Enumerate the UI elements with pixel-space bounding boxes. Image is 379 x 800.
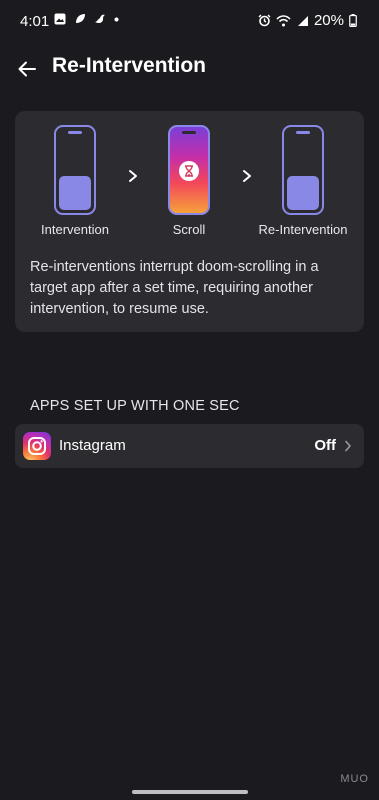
battery-icon: [349, 14, 357, 27]
alarm-icon: [258, 14, 271, 27]
back-button[interactable]: [12, 54, 42, 84]
section-header: APPS SET UP WITH ONE SEC: [30, 398, 240, 414]
battery-level: 20%: [313, 12, 344, 29]
step-label-intervention: Intervention: [41, 222, 109, 237]
app-status: Off: [314, 437, 336, 454]
watermark: MUO: [340, 773, 369, 785]
navigation-handle[interactable]: [132, 790, 248, 794]
status-left-icons: [54, 13, 119, 25]
signal-icon: [297, 15, 308, 26]
arrow-left-icon: [18, 61, 36, 77]
intervention-phone-illustration: [54, 125, 96, 215]
app-name: Instagram: [59, 437, 126, 454]
step-label-scroll: Scroll: [172, 222, 206, 237]
status-right: 20%: [258, 12, 357, 29]
app-row-instagram[interactable]: Instagram Off: [15, 424, 364, 468]
leaf-icon: [76, 14, 85, 23]
hourglass-icon: [179, 161, 199, 181]
info-card: Intervention Scroll Re-Intervention Re-i…: [15, 111, 364, 332]
chevron-right-icon: [345, 440, 351, 452]
bird-icon: [95, 14, 105, 24]
status-bar: 4:01 20%: [0, 0, 379, 44]
chevron-right-icon: [243, 170, 251, 182]
scroll-phone-illustration: [168, 125, 210, 215]
card-description: Re-interventions interrupt doom-scrollin…: [30, 259, 319, 317]
dot-icon: [114, 17, 119, 21]
app-bar: Re-Intervention: [0, 48, 379, 88]
gallery-icon: [54, 13, 66, 25]
instagram-icon: [23, 432, 51, 460]
re-intervention-phone-illustration: [282, 125, 324, 215]
wifi-icon: [276, 14, 291, 26]
status-time: 4:01: [20, 13, 50, 30]
step-label-re-intervention: Re-Intervention: [258, 222, 348, 237]
page-title: Re-Intervention: [52, 54, 207, 77]
chevron-right-icon: [129, 170, 137, 182]
